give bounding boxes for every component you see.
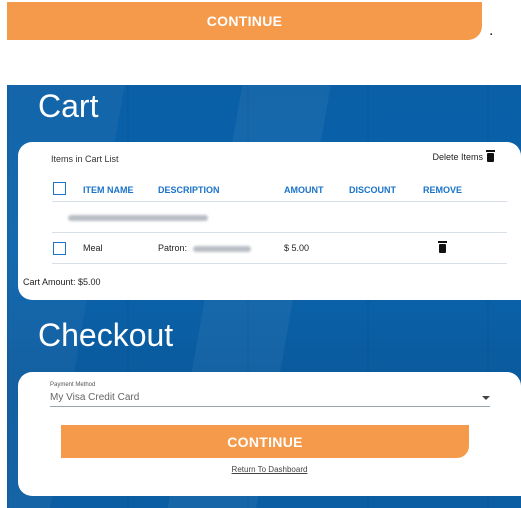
- chevron-down-icon: [482, 396, 490, 400]
- header-remove: REMOVE: [423, 185, 463, 195]
- main-panel: Cart Items in Cart List Delete Items ITE…: [7, 85, 521, 508]
- checkout-continue-button[interactable]: CONTINUE: [61, 425, 469, 458]
- trash-icon[interactable]: [438, 241, 447, 253]
- delete-items-label: Delete Items: [432, 152, 483, 162]
- cart-table: ITEM NAME DESCRIPTION AMOUNT DISCOUNT RE…: [52, 179, 507, 264]
- checkout-title: Checkout: [38, 317, 174, 353]
- payment-method-select[interactable]: My Visa Credit Card: [50, 392, 490, 407]
- patron-group-name-redacted: [68, 212, 208, 222]
- item-amount: $ 5.00: [284, 243, 310, 253]
- patron-group-row: [52, 202, 507, 233]
- item-description: Patron:: [158, 243, 251, 253]
- header-discount: DISCOUNT: [349, 185, 396, 195]
- cart-title: Cart: [38, 88, 99, 124]
- header-description: DESCRIPTION: [158, 185, 220, 195]
- header-amount: AMOUNT: [284, 185, 324, 195]
- top-continue-button[interactable]: CONTINUE: [7, 2, 482, 40]
- select-all-checkbox[interactable]: [53, 182, 66, 195]
- table-header-row: ITEM NAME DESCRIPTION AMOUNT DISCOUNT RE…: [52, 179, 507, 202]
- payment-method-value: My Visa Credit Card: [50, 392, 140, 403]
- cart-list-label: Items in Cart List: [51, 154, 119, 164]
- trailing-dot: .: [489, 22, 494, 39]
- item-checkbox[interactable]: [53, 242, 66, 255]
- return-to-dashboard-link[interactable]: Return To Dashboard: [18, 465, 521, 474]
- payment-method-label: Payment Method: [50, 382, 96, 388]
- delete-items-button[interactable]: Delete Items: [432, 149, 495, 162]
- checkout-card: Payment Method My Visa Credit Card CONTI…: [18, 372, 521, 496]
- table-row: Meal Patron: $ 5.00: [52, 233, 507, 264]
- header-item-name: ITEM NAME: [83, 185, 134, 195]
- cart-card: Items in Cart List Delete Items ITEM NAM…: [18, 142, 521, 300]
- trash-icon: [486, 149, 495, 162]
- item-name: Meal: [83, 243, 103, 253]
- cart-amount: Cart Amount: $5.00: [23, 277, 101, 287]
